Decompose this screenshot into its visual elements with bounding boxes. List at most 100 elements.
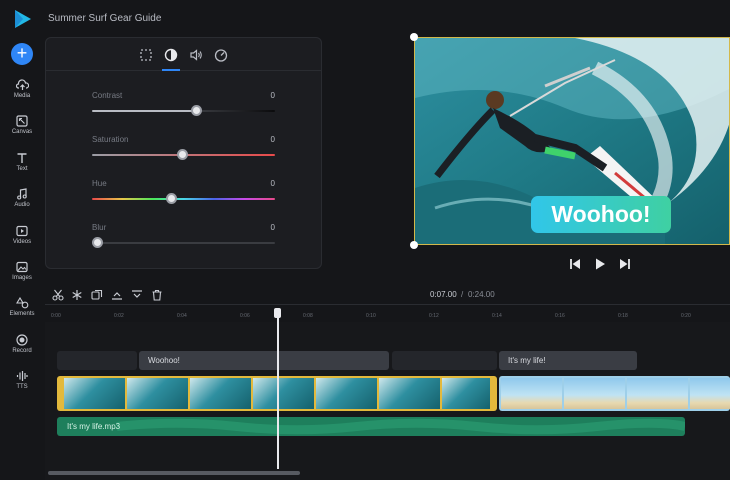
sidebar-item-label: Videos bbox=[12, 239, 32, 245]
resize-handle-bottom-left[interactable] bbox=[410, 241, 418, 249]
sidebar-item-media[interactable]: Media bbox=[0, 79, 44, 99]
waveform-icon bbox=[16, 371, 28, 381]
split-up-icon[interactable] bbox=[111, 289, 123, 301]
woohoo-text-overlay[interactable]: Woohoo! bbox=[531, 196, 671, 233]
image-icon bbox=[16, 261, 28, 273]
active-tab-indicator bbox=[162, 69, 180, 71]
contrast-slider-track[interactable] bbox=[92, 110, 275, 112]
video-thumbnail bbox=[127, 378, 188, 409]
sidebar-item-label: Images bbox=[12, 275, 32, 281]
saturation-label: Saturation bbox=[92, 135, 129, 144]
text-clip-woohoo[interactable]: Woohoo! bbox=[139, 351, 389, 370]
cloud-upload-icon bbox=[15, 79, 29, 90]
contrast-icon[interactable] bbox=[163, 47, 179, 63]
sidebar-item-label: Elements bbox=[9, 311, 35, 317]
contrast-label: Contrast bbox=[92, 91, 123, 100]
sidebar-item-tts[interactable]: TTS bbox=[0, 370, 44, 390]
play-icon[interactable] bbox=[593, 257, 607, 271]
ruler-tick: 0:00 bbox=[51, 313, 61, 319]
video-thumbnail bbox=[379, 378, 440, 409]
trash-icon[interactable] bbox=[151, 289, 163, 301]
video-preview[interactable]: Woohoo! bbox=[414, 37, 730, 245]
playhead-handle[interactable] bbox=[274, 308, 281, 318]
text-clip-its-my-life[interactable]: It's my life! bbox=[499, 351, 637, 370]
plus-icon: + bbox=[16, 43, 28, 63]
resize-icon bbox=[16, 115, 28, 127]
ruler-tick: 0:16 bbox=[555, 313, 565, 319]
ruler-tick: 0:18 bbox=[618, 313, 628, 319]
sidebar-item-record[interactable]: Record bbox=[0, 334, 44, 354]
sidebar-item-label: Media bbox=[13, 93, 31, 99]
sidebar-item-images[interactable]: Images bbox=[0, 261, 44, 281]
add-button[interactable]: + bbox=[11, 43, 33, 65]
skip-back-icon[interactable] bbox=[568, 257, 582, 271]
speed-icon[interactable] bbox=[213, 47, 229, 63]
current-time: 0:07.00 bbox=[430, 290, 457, 299]
ruler-tick: 0:14 bbox=[492, 313, 502, 319]
sidebar-item-label: Text bbox=[16, 166, 28, 172]
video-thumbnail bbox=[564, 378, 625, 409]
sidebar-item-elements[interactable]: Elements bbox=[0, 297, 44, 317]
project-title[interactable]: Summer Surf Gear Guide bbox=[48, 13, 161, 24]
sidebar-item-canvas[interactable]: Canvas bbox=[0, 115, 44, 135]
sidebar-item-videos[interactable]: Videos bbox=[0, 225, 44, 245]
music-note-icon bbox=[17, 188, 27, 200]
playhead[interactable] bbox=[277, 313, 279, 469]
duplicate-icon[interactable] bbox=[91, 289, 103, 301]
hue-slider-knob[interactable] bbox=[165, 193, 177, 204]
volume-icon[interactable] bbox=[188, 47, 204, 63]
video-thumbnail bbox=[190, 378, 251, 409]
shapes-icon bbox=[15, 297, 28, 309]
hue-slider-track[interactable] bbox=[92, 198, 275, 200]
empty-text-slot[interactable] bbox=[392, 351, 497, 370]
panel-tabs bbox=[46, 38, 321, 71]
ruler-tick: 0:12 bbox=[429, 313, 439, 319]
video-thumbnail bbox=[501, 378, 562, 409]
total-time: 0:24.00 bbox=[468, 290, 495, 299]
contrast-slider-knob[interactable] bbox=[191, 105, 203, 116]
video-thumbnail bbox=[627, 378, 688, 409]
empty-text-slot[interactable] bbox=[57, 351, 137, 370]
split-down-icon[interactable] bbox=[131, 289, 143, 301]
video-thumbnail bbox=[253, 378, 314, 409]
ruler-tick: 0:02 bbox=[114, 313, 124, 319]
contrast-value: 0 bbox=[270, 91, 275, 100]
record-icon bbox=[16, 334, 28, 346]
crop-icon[interactable] bbox=[138, 47, 154, 63]
timeline-toolbar: 0:07.00 / 0:24.00 bbox=[45, 283, 730, 305]
sidebar-item-label: Canvas bbox=[11, 129, 33, 135]
freeze-icon[interactable] bbox=[71, 289, 83, 301]
video-thumbnail bbox=[442, 378, 490, 409]
hue-label: Hue bbox=[92, 179, 107, 188]
hue-value: 0 bbox=[270, 179, 275, 188]
audio-clip-label: It's my life.mp3 bbox=[67, 422, 121, 431]
saturation-slider-knob[interactable] bbox=[176, 149, 188, 160]
video-icon bbox=[16, 225, 28, 237]
blur-slider-knob[interactable] bbox=[92, 237, 104, 248]
play-logo-icon[interactable] bbox=[12, 8, 34, 30]
horizontal-scrollbar[interactable] bbox=[48, 471, 300, 475]
video-thumbnail bbox=[64, 378, 125, 409]
text-icon bbox=[17, 153, 27, 163]
blur-slider-track[interactable] bbox=[92, 242, 275, 244]
skip-forward-icon[interactable] bbox=[618, 257, 632, 271]
ruler-tick: 0:04 bbox=[177, 313, 187, 319]
ruler-tick: 0:10 bbox=[366, 313, 376, 319]
ruler-tick: 0:20 bbox=[681, 313, 691, 319]
timeline-ruler[interactable]: 0:00 0:02 0:04 0:06 0:08 0:10 0:12 0:14 … bbox=[45, 306, 730, 322]
saturation-value: 0 bbox=[270, 135, 275, 144]
resize-handle-top-left[interactable] bbox=[410, 33, 418, 41]
sidebar-item-label: Record bbox=[12, 348, 32, 354]
adjustments-panel: Contrast 0 Saturation 0 Hue 0 Blur 0 bbox=[45, 37, 322, 269]
blur-label: Blur bbox=[92, 223, 107, 232]
video-thumbnail bbox=[690, 378, 730, 409]
ruler-tick: 0:08 bbox=[303, 313, 313, 319]
ruler-tick: 0:06 bbox=[240, 313, 250, 319]
sidebar-item-text[interactable]: Text bbox=[0, 152, 44, 172]
audio-waveform bbox=[116, 418, 685, 435]
audio-clip[interactable]: It's my life.mp3 bbox=[57, 417, 685, 436]
sidebar-item-label: TTS bbox=[16, 384, 28, 390]
scissors-icon[interactable] bbox=[52, 289, 64, 301]
sidebar-item-audio[interactable]: Audio bbox=[0, 188, 44, 208]
video-clip-beach[interactable] bbox=[499, 376, 730, 411]
